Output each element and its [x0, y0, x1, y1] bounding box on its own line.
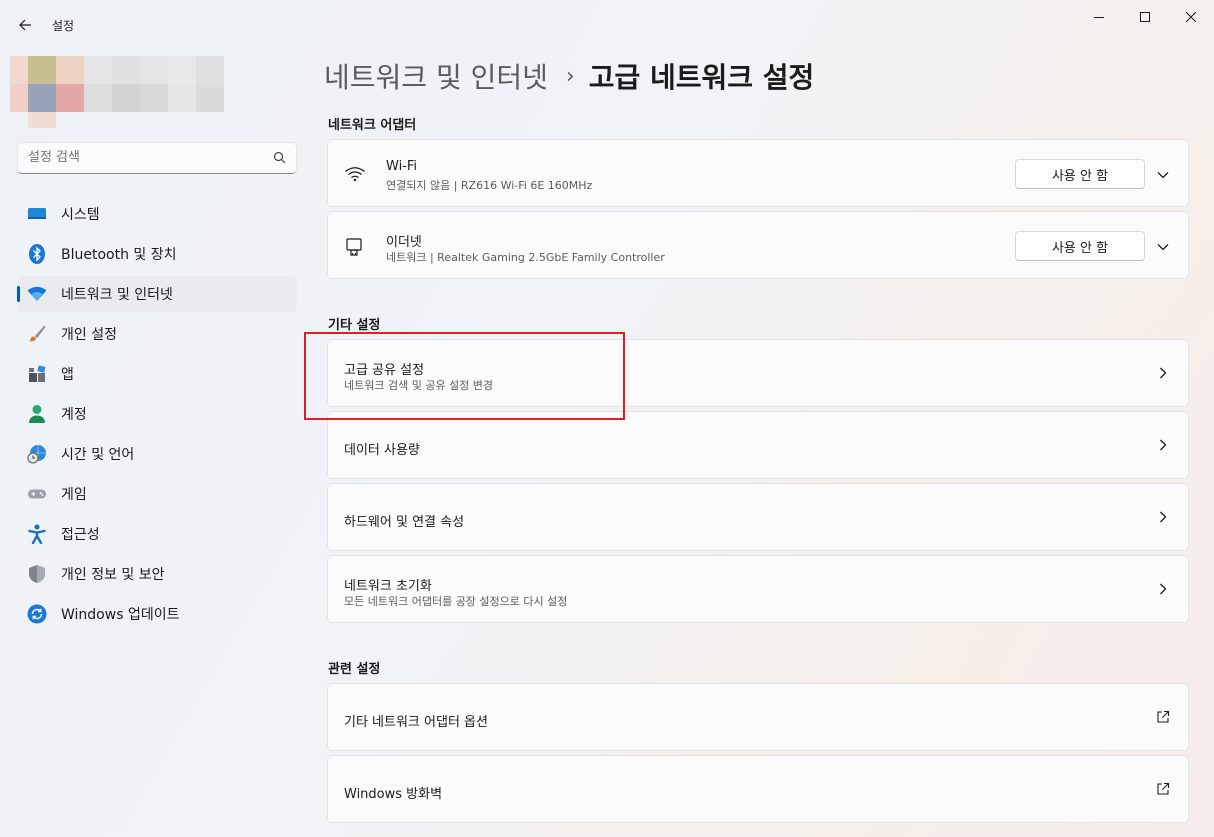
adapter-description: 네트워크 | Realtek Gaming 2.5GbE Family Cont… [386, 251, 665, 264]
account-icon [27, 404, 47, 424]
minimize-icon [1094, 17, 1104, 18]
advanced-sharing-settings-card[interactable]: 고급 공유 설정 네트워크 검색 및 공유 설정 변경 [327, 339, 1189, 407]
chevron-right-icon [1160, 367, 1167, 379]
sidebar-item-bluetooth[interactable]: Bluetooth 및 장치 [17, 236, 297, 272]
back-arrow-icon [19, 19, 31, 31]
gamepad-icon [27, 484, 47, 504]
chevron-down-icon[interactable] [1156, 240, 1170, 254]
page-title: 고급 네트워크 설정 [588, 61, 815, 94]
sidebar-item-label: Bluetooth 및 장치 [61, 247, 177, 263]
card-title: 데이터 사용량 [344, 443, 420, 458]
data-usage-card[interactable]: 데이터 사용량 [327, 411, 1189, 479]
more-network-adapter-options-card[interactable]: 기타 네트워크 어댑터 옵션 [327, 683, 1189, 751]
chevron-right-icon [1160, 511, 1167, 523]
sidebar-item-windows-update[interactable]: Windows 업데이트 [17, 596, 297, 632]
sidebar-item-system[interactable]: 시스템 [17, 196, 297, 232]
apps-icon [27, 364, 47, 384]
maximize-icon [1140, 12, 1150, 22]
close-button[interactable] [1168, 0, 1214, 34]
sidebar-item-time-language[interactable]: 시간 및 언어 [17, 436, 297, 472]
hardware-connection-properties-card[interactable]: 하드웨어 및 연결 속성 [327, 483, 1189, 551]
section-heading-network-adapters: 네트워크 어댑터 [328, 118, 417, 133]
accessibility-icon [27, 524, 47, 544]
minimize-button[interactable] [1076, 0, 1122, 34]
sidebar-item-accounts[interactable]: 계정 [17, 396, 297, 432]
section-heading-related-settings: 관련 설정 [328, 662, 381, 677]
sidebar-item-label: 계정 [61, 407, 87, 423]
sidebar-item-network[interactable]: 네트워크 및 인터넷 [17, 276, 297, 312]
settings-search-box[interactable] [17, 142, 297, 174]
disable-adapter-button[interactable]: 사용 안 함 [1015, 159, 1145, 189]
breadcrumb-parent-link[interactable]: 네트워크 및 인터넷 [324, 56, 548, 96]
wifi-icon [27, 284, 47, 304]
back-button[interactable] [12, 12, 38, 38]
adapter-card-wifi[interactable]: Wi-Fi 연결되지 않음 | RZ616 Wi-Fi 6E 160MHz 사용… [327, 139, 1189, 207]
system-icon [27, 204, 47, 224]
sidebar-item-label: 게임 [61, 487, 87, 503]
sidebar-item-personalization[interactable]: 개인 설정 [17, 316, 297, 352]
card-title: 하드웨어 및 연결 속성 [344, 515, 465, 530]
user-profile-blurred [10, 56, 226, 128]
sidebar-item-apps[interactable]: 앱 [17, 356, 297, 392]
windows-firewall-card[interactable]: Windows 방화벽 [327, 755, 1189, 823]
maximize-button[interactable] [1122, 0, 1168, 34]
card-description: 네트워크 검색 및 공유 설정 변경 [344, 379, 494, 392]
sidebar-item-label: 네트워크 및 인터넷 [61, 287, 173, 303]
card-title: 기타 네트워크 어댑터 옵션 [344, 715, 488, 730]
brush-icon [27, 324, 47, 344]
title-bar: 설정 [0, 0, 1214, 48]
sidebar-item-label: 접근성 [61, 527, 100, 543]
bluetooth-icon [27, 244, 47, 264]
sidebar-item-privacy[interactable]: 개인 정보 및 보안 [17, 556, 297, 592]
card-title: 고급 공유 설정 [344, 363, 425, 378]
sidebar-item-label: 시스템 [61, 207, 100, 223]
sidebar-item-label: 개인 정보 및 보안 [61, 567, 165, 583]
search-icon[interactable] [273, 151, 286, 164]
sidebar-item-label: 개인 설정 [61, 327, 117, 343]
breadcrumb: 네트워크 및 인터넷 › 고급 네트워크 설정 [324, 56, 814, 96]
chevron-right-icon [1160, 583, 1167, 595]
sidebar-nav: 시스템 Bluetooth 및 장치 네트워크 및 인터넷 개인 설정 앱 계정 [17, 196, 297, 636]
sidebar-item-label: 앱 [61, 367, 74, 383]
sidebar-item-accessibility[interactable]: 접근성 [17, 516, 297, 552]
network-reset-card[interactable]: 네트워크 초기화 모든 네트워크 어댑터를 공장 설정으로 다시 설정 [327, 555, 1189, 623]
ethernet-icon [344, 236, 366, 256]
wifi-icon [344, 164, 366, 184]
adapter-name: Wi-Fi [386, 159, 418, 174]
shield-icon [27, 564, 47, 584]
search-input[interactable] [28, 150, 258, 165]
app-title: 설정 [52, 19, 75, 33]
external-link-icon [1157, 782, 1170, 795]
section-heading-other-settings: 기타 설정 [328, 318, 381, 333]
update-icon [27, 604, 47, 624]
sidebar-item-label: 시간 및 언어 [61, 447, 135, 463]
sidebar-item-gaming[interactable]: 게임 [17, 476, 297, 512]
card-title: Windows 방화벽 [344, 787, 443, 802]
external-link-icon [1157, 710, 1170, 723]
chevron-down-icon[interactable] [1156, 168, 1170, 182]
card-title: 네트워크 초기화 [344, 579, 432, 594]
adapter-card-ethernet[interactable]: 이더넷 네트워크 | Realtek Gaming 2.5GbE Family … [327, 211, 1189, 279]
adapter-description: 연결되지 않음 | RZ616 Wi-Fi 6E 160MHz [386, 179, 593, 192]
sidebar-item-label: Windows 업데이트 [61, 607, 180, 623]
disable-adapter-button[interactable]: 사용 안 함 [1015, 231, 1145, 261]
card-description: 모든 네트워크 어댑터를 공장 설정으로 다시 설정 [344, 595, 568, 608]
adapter-name: 이더넷 [386, 235, 422, 250]
globe-clock-icon [27, 444, 47, 464]
breadcrumb-separator: › [565, 63, 575, 89]
chevron-right-icon [1160, 439, 1167, 451]
close-icon [1186, 12, 1196, 22]
